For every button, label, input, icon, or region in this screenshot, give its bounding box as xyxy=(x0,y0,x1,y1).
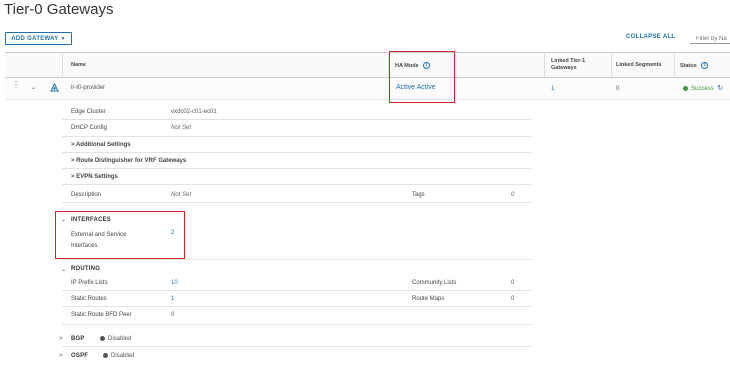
route-distinguisher-label: Route Distinguisher for VRF Gateways xyxy=(76,158,187,164)
refresh-icon[interactable]: ↻ xyxy=(717,85,723,92)
evpn-settings-label: EVPN Settings xyxy=(76,174,118,180)
column-header-name[interactable]: Name xyxy=(71,62,86,68)
bgp-status-text: Disabled xyxy=(108,336,132,343)
linked-tier1-count[interactable]: 1 xyxy=(551,86,554,92)
ha-mode-highlight xyxy=(389,51,455,103)
gateway-icon xyxy=(50,83,59,92)
ospf-status-text: Disabled xyxy=(111,353,135,360)
chevron-right-icon[interactable]: > xyxy=(59,353,63,359)
column-header-linked-segments[interactable]: Linked Segments xyxy=(616,62,662,68)
disabled-dot-icon xyxy=(100,336,105,341)
tags-label: Tags xyxy=(412,192,425,198)
ip-prefix-lists-label: IP Prefix Lists xyxy=(71,280,108,286)
community-lists-count: 0 xyxy=(511,280,515,286)
interfaces-highlight xyxy=(55,211,185,259)
status-text: Success xyxy=(691,86,714,92)
ip-prefix-lists-count[interactable]: 10 xyxy=(171,280,178,286)
success-dot-icon xyxy=(683,85,688,91)
ospf-status: Disabled xyxy=(103,353,134,359)
add-gateway-label: ADD GATEWAY xyxy=(11,35,59,42)
status-badge: Success ↻ xyxy=(683,84,723,92)
chevron-right-icon: > xyxy=(71,174,75,180)
route-maps-label: Route Maps xyxy=(412,296,445,302)
filter-input[interactable] xyxy=(690,31,730,44)
route-distinguisher-toggle[interactable]: > Route Distinguisher for VRF Gateways xyxy=(71,158,186,164)
tags-value: 0 xyxy=(511,192,515,198)
routing-header: ROUTING xyxy=(71,266,101,272)
static-routes-count[interactable]: 1 xyxy=(171,296,174,302)
chevron-right-icon: > xyxy=(71,142,75,148)
ospf-label[interactable]: OSPF xyxy=(71,353,88,359)
additional-settings-label: Additional Settings xyxy=(75,142,131,148)
column-header-linked-tier1[interactable]: Linked Tier-1 Gateways xyxy=(551,58,601,72)
bgp-status: Disabled xyxy=(100,336,131,342)
route-maps-count: 0 xyxy=(511,296,515,302)
bfd-peer-label: Static Route BFD Peer xyxy=(71,312,132,318)
status-header-label: Status xyxy=(680,62,697,69)
chevron-right-icon[interactable]: > xyxy=(59,336,63,342)
chevron-down-icon: ▼ xyxy=(60,35,66,42)
add-gateway-button[interactable]: ADD GATEWAY ▼ xyxy=(5,32,72,45)
linked-segments-count: 0 xyxy=(616,86,620,92)
evpn-settings-toggle[interactable]: > EVPN Settings xyxy=(71,174,118,180)
edge-cluster-value: vxdc02-c01-ec01 xyxy=(171,109,217,115)
description-label: Description xyxy=(71,192,102,198)
column-header-status[interactable]: Status i xyxy=(680,62,709,69)
community-lists-label: Community Lists xyxy=(412,280,457,286)
edge-cluster-label: Edge Cluster xyxy=(71,109,106,115)
chevron-right-icon: > xyxy=(71,158,75,164)
chevron-down-icon[interactable]: ⌄ xyxy=(61,266,66,273)
additional-settings-toggle[interactable]: > Additional Settings xyxy=(71,142,131,148)
bgp-label[interactable]: BGP xyxy=(71,336,85,342)
dhcp-config-value: Not Set xyxy=(171,125,192,131)
table-row xyxy=(5,78,730,100)
static-routes-label: Static Routes xyxy=(71,296,107,302)
info-icon[interactable]: i xyxy=(701,62,709,69)
gateway-name[interactable]: lr-t0-provider xyxy=(71,85,105,91)
page-title: Tier-0 Gateways xyxy=(4,1,114,18)
disabled-dot-icon xyxy=(103,353,108,358)
description-value: Not Set xyxy=(171,192,192,198)
chevron-down-icon[interactable]: ⌄ xyxy=(31,84,36,91)
collapse-all-button[interactable]: COLLAPSE ALL xyxy=(626,34,675,40)
dhcp-config-label: DHCP Config xyxy=(71,125,107,131)
bfd-peer-count: 0 xyxy=(171,312,175,318)
row-actions-icon[interactable]: ⋮ xyxy=(12,81,20,89)
